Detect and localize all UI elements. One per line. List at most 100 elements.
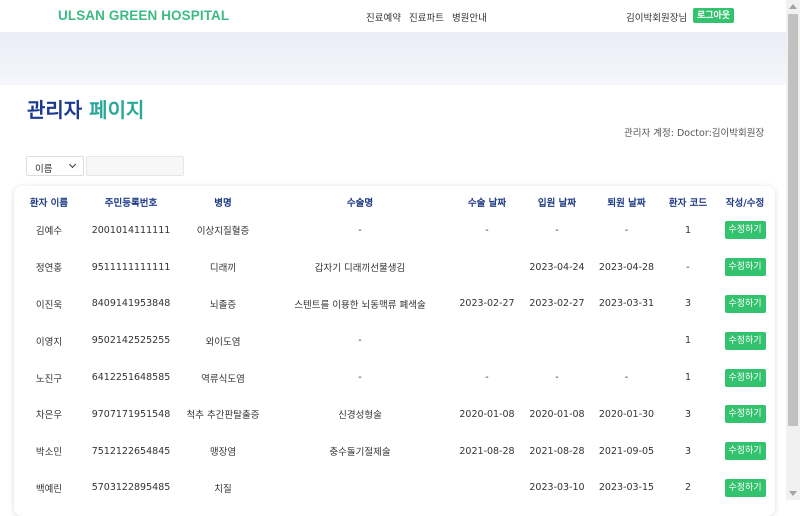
cell-disease: 역류식도염 — [201, 373, 245, 385]
page-title-page: 페이지 — [89, 98, 145, 122]
cell-admit-date: 2020-01-08 — [529, 408, 585, 420]
cell-edit: 수정하기 — [715, 470, 775, 507]
search-input[interactable] — [86, 156, 184, 176]
main-nav: 진료예약 진료파트 병원안내 — [366, 10, 487, 24]
cell-edit: 수정하기 — [715, 249, 775, 286]
top-header: ULSAN GREEN HOSPITAL 진료예약 진료파트 병원안내 김이박회… — [0, 0, 786, 33]
cell-admit-date: 2023-02-27 — [529, 298, 585, 310]
scroll-up-arrow-icon[interactable] — [789, 4, 797, 9]
scroll-down-arrow-icon[interactable] — [789, 491, 797, 496]
cell-rrn: 9511111111111 — [91, 261, 171, 273]
col-header-edit: 작성/수정 — [725, 198, 765, 209]
cell-disease: 디래끼 — [209, 263, 237, 275]
cell-surgery: - — [358, 335, 362, 347]
cell-surgery-date — [452, 470, 522, 507]
cell-patient-name: 노진구 — [35, 373, 63, 385]
cell-admit-date: 2021-08-28 — [529, 445, 585, 457]
cell-patient-code: 1 — [684, 372, 692, 384]
cell-patient-name: 박소민 — [35, 447, 63, 459]
col-header-surgery-date: 수술 날짜 — [467, 198, 507, 209]
cell-patient-code: 1 — [684, 224, 692, 236]
cell-admit-date: - — [555, 224, 559, 236]
cell-patient-name: 이진욱 — [35, 299, 63, 311]
col-header-patient-code: 환자 코드 — [668, 198, 708, 209]
col-header-patient-name: 환자 이름 — [29, 198, 69, 209]
cell-surgery: 신경성형술 — [338, 410, 382, 422]
edit-button[interactable]: 수정하기 — [724, 221, 766, 240]
edit-button[interactable]: 수정하기 — [724, 258, 766, 277]
cell-edit: 수정하기 — [715, 396, 775, 433]
cell-rrn: 9707171951548 — [91, 408, 171, 420]
cell-discharge-date: 2020-01-30 — [598, 408, 655, 420]
edit-button[interactable]: 수정하기 — [724, 442, 766, 461]
cell-patient-name: 김예수 — [35, 226, 63, 238]
cell-admit-date — [522, 322, 592, 359]
page-scrollbar[interactable] — [786, 0, 800, 500]
cell-patient-code: - — [686, 261, 690, 273]
nav-departments-link[interactable]: 진료파트 — [409, 10, 444, 24]
cell-surgery: - — [358, 372, 362, 384]
cell-discharge-date: 2023-04-28 — [598, 261, 655, 273]
table-row: 백예린 5703122895485 치질 2023-03-10 2023-03-… — [14, 470, 775, 507]
col-header-admit-date: 입원 날짜 — [537, 198, 577, 209]
admin-account-info: 관리자 계정: Doctor:김이박회원장 — [624, 128, 765, 139]
cell-discharge-date: 2023-03-15 — [598, 482, 655, 494]
cell-surgery-date: 2021-08-28 — [459, 445, 515, 457]
table-row: 이영지 9502142525255 외이도염 - 1 수정하기 — [14, 322, 775, 359]
cell-discharge-date: - — [624, 224, 629, 236]
search-field-select[interactable]: 이름 — [26, 156, 84, 176]
scrollbar-thumb[interactable] — [788, 14, 798, 426]
cell-patient-name: 백예린 — [35, 483, 63, 495]
cell-admit-date: 2023-03-10 — [529, 482, 585, 494]
cell-rrn: 8409141953848 — [91, 298, 171, 310]
cell-edit: 수정하기 — [715, 322, 775, 359]
page-title-admin: 관리자 — [27, 98, 83, 122]
edit-button[interactable]: 수정하기 — [724, 331, 766, 350]
cell-surgery-date: 2020-01-08 — [459, 408, 515, 420]
search-field-selected-value: 이름 — [35, 164, 53, 175]
nav-hospital-info-link[interactable]: 병원안내 — [452, 10, 487, 24]
hospital-logo[interactable]: ULSAN GREEN HOSPITAL — [58, 8, 229, 23]
cell-rrn: 5703122895485 — [91, 482, 171, 494]
chevron-down-icon — [68, 160, 77, 169]
edit-button[interactable]: 수정하기 — [724, 368, 766, 387]
user-greeting: 김이박회원장님 — [626, 13, 688, 24]
logout-button[interactable]: 로그아웃 — [693, 8, 734, 23]
table-row: 이진욱 8409141953848 뇌졸증 스텐트를 이용한 뇌동맥류 폐색술 … — [14, 286, 775, 323]
hero-banner — [0, 33, 786, 85]
cell-discharge-date: - — [624, 372, 629, 384]
cell-disease: 이상지질혈증 — [196, 226, 250, 238]
table-header-row: 환자 이름 주민등록번호 병명 수술명 수술 날짜 입원 날짜 퇴원 날짜 환자… — [14, 192, 775, 212]
cell-edit: 수정하기 — [715, 286, 775, 323]
table-row: 차은우 9707171951548 척추 추간판탈출증 신경성형술 2020-0… — [14, 396, 775, 433]
cell-patient-code: 2 — [684, 482, 692, 494]
cell-patient-code: 3 — [684, 445, 692, 457]
cell-rrn: 2001014111111 — [91, 224, 171, 236]
cell-surgery-date: - — [485, 372, 489, 384]
cell-edit: 수정하기 — [715, 433, 775, 470]
table-row: 김예수 2001014111111 이상지질혈증 - - - - 1 수정하기 — [14, 212, 775, 249]
nav-reservation-link[interactable]: 진료예약 — [366, 10, 401, 24]
col-header-discharge-date: 퇴원 날짜 — [607, 198, 646, 209]
cell-disease: 외이도염 — [205, 336, 241, 348]
cell-patient-name: 이영지 — [35, 336, 63, 348]
cell-discharge-date — [592, 322, 661, 359]
cell-patient-code: 3 — [684, 408, 692, 420]
cell-surgery: 갑자기 디래끼선물생김 — [314, 263, 406, 275]
cell-disease: 뇌졸증 — [209, 299, 237, 311]
edit-button[interactable]: 수정하기 — [724, 478, 766, 497]
cell-rrn: 9502142525255 — [91, 335, 171, 347]
cell-surgery: 충수돌기절제술 — [329, 447, 391, 459]
cell-patient-name: 정연홍 — [35, 263, 63, 275]
cell-surgery: 스텐트를 이용한 뇌동맥류 폐색술 — [294, 299, 426, 311]
cell-admit-date: - — [555, 372, 559, 384]
edit-button[interactable]: 수정하기 — [724, 405, 766, 424]
patient-table: 환자 이름 주민등록번호 병명 수술명 수술 날짜 입원 날짜 퇴원 날짜 환자… — [14, 192, 775, 506]
edit-button[interactable]: 수정하기 — [724, 294, 766, 313]
table-row: 박소민 7512122654845 맹장염 충수돌기절제술 2021-08-28… — [14, 433, 775, 470]
cell-surgery-date — [452, 249, 522, 286]
col-header-rrn: 주민등록번호 — [104, 198, 158, 209]
col-header-surgery: 수술명 — [346, 198, 374, 209]
cell-patient-name: 차은우 — [35, 410, 63, 422]
table-row: 노진구 6412251648585 역류식도염 - - - - 1 수정하기 — [14, 359, 775, 396]
